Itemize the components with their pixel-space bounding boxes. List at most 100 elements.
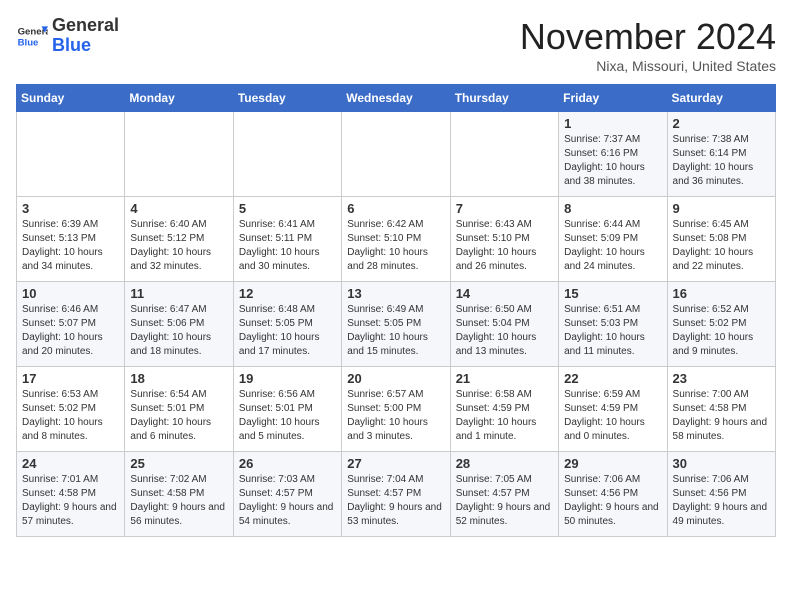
day-number: 14	[456, 286, 553, 301]
day-info: Sunrise: 6:58 AM Sunset: 4:59 PM Dayligh…	[456, 388, 553, 444]
day-number: 22	[564, 371, 661, 386]
day-info: Sunrise: 7:00 AM Sunset: 4:58 PM Dayligh…	[673, 388, 770, 444]
calendar-cell	[125, 112, 233, 197]
calendar-week-row: 10 Sunrise: 6:46 AM Sunset: 5:07 PM Dayli…	[17, 282, 776, 367]
calendar-week-row: 24 Sunrise: 7:01 AM Sunset: 4:58 PM Dayli…	[17, 452, 776, 537]
day-info: Sunrise: 6:40 AM Sunset: 5:12 PM Dayligh…	[130, 218, 227, 274]
day-number: 16	[673, 286, 770, 301]
calendar-cell: 23 Sunrise: 7:00 AM Sunset: 4:58 PM Dayli…	[667, 367, 775, 452]
day-number: 4	[130, 201, 227, 216]
weekday-header: Wednesday	[342, 85, 450, 112]
calendar-cell: 21 Sunrise: 6:58 AM Sunset: 4:59 PM Dayli…	[450, 367, 558, 452]
calendar-cell: 11Sunrise: 6:47 AM Sunset: 5:06 PM Dayli…	[125, 282, 233, 367]
weekday-header: Tuesday	[233, 85, 341, 112]
day-info: Sunrise: 6:46 AM Sunset: 5:07 PM Dayligh…	[22, 303, 119, 359]
calendar-week-row: 3Sunrise: 6:39 AM Sunset: 5:13 PM Daylig…	[17, 197, 776, 282]
day-info: Sunrise: 6:48 AM Sunset: 5:05 PM Dayligh…	[239, 303, 336, 359]
day-info: Sunrise: 7:03 AM Sunset: 4:57 PM Dayligh…	[239, 473, 336, 529]
calendar-cell: 3Sunrise: 6:39 AM Sunset: 5:13 PM Daylig…	[17, 197, 125, 282]
day-number: 15	[564, 286, 661, 301]
day-number: 5	[239, 201, 336, 216]
day-info: Sunrise: 7:05 AM Sunset: 4:57 PM Dayligh…	[456, 473, 553, 529]
logo-text: General Blue	[52, 16, 119, 56]
calendar-cell: 29 Sunrise: 7:06 AM Sunset: 4:56 PM Dayli…	[559, 452, 667, 537]
day-number: 6	[347, 201, 444, 216]
day-info: Sunrise: 7:06 AM Sunset: 4:56 PM Dayligh…	[673, 473, 770, 529]
day-info: Sunrise: 6:45 AM Sunset: 5:08 PM Dayligh…	[673, 218, 770, 274]
day-info: Sunrise: 7:37 AM Sunset: 6:16 PM Dayligh…	[564, 133, 661, 189]
day-number: 29	[564, 456, 661, 471]
day-number: 19	[239, 371, 336, 386]
title-area: November 2024 Nixa, Missouri, United Sta…	[520, 16, 776, 74]
day-number: 9	[673, 201, 770, 216]
day-number: 13	[347, 286, 444, 301]
calendar-table: SundayMondayTuesdayWednesdayThursdayFrid…	[16, 84, 776, 537]
day-number: 17	[22, 371, 119, 386]
calendar-cell: 4 Sunrise: 6:40 AM Sunset: 5:12 PM Daylig…	[125, 197, 233, 282]
header: General Blue General Blue November 2024 …	[16, 16, 776, 74]
day-info: Sunrise: 6:50 AM Sunset: 5:04 PM Dayligh…	[456, 303, 553, 359]
day-info: Sunrise: 6:59 AM Sunset: 4:59 PM Dayligh…	[564, 388, 661, 444]
day-number: 21	[456, 371, 553, 386]
day-info: Sunrise: 6:49 AM Sunset: 5:05 PM Dayligh…	[347, 303, 444, 359]
calendar-cell: 24 Sunrise: 7:01 AM Sunset: 4:58 PM Dayli…	[17, 452, 125, 537]
day-info: Sunrise: 6:51 AM Sunset: 5:03 PM Dayligh…	[564, 303, 661, 359]
calendar-cell: 20Sunrise: 6:57 AM Sunset: 5:00 PM Dayli…	[342, 367, 450, 452]
calendar-cell: 26Sunrise: 7:03 AM Sunset: 4:57 PM Dayli…	[233, 452, 341, 537]
day-info: Sunrise: 6:56 AM Sunset: 5:01 PM Dayligh…	[239, 388, 336, 444]
month-title: November 2024	[520, 16, 776, 58]
calendar-cell: 15 Sunrise: 6:51 AM Sunset: 5:03 PM Dayli…	[559, 282, 667, 367]
calendar-cell: 18Sunrise: 6:54 AM Sunset: 5:01 PM Dayli…	[125, 367, 233, 452]
location: Nixa, Missouri, United States	[520, 58, 776, 74]
day-number: 7	[456, 201, 553, 216]
calendar-cell: 2Sunrise: 7:38 AM Sunset: 6:14 PM Daylig…	[667, 112, 775, 197]
day-number: 30	[673, 456, 770, 471]
day-number: 12	[239, 286, 336, 301]
weekday-header: Monday	[125, 85, 233, 112]
day-info: Sunrise: 6:43 AM Sunset: 5:10 PM Dayligh…	[456, 218, 553, 274]
day-number: 1	[564, 116, 661, 131]
day-info: Sunrise: 6:57 AM Sunset: 5:00 PM Dayligh…	[347, 388, 444, 444]
day-info: Sunrise: 7:38 AM Sunset: 6:14 PM Dayligh…	[673, 133, 770, 189]
weekday-header: Thursday	[450, 85, 558, 112]
day-info: Sunrise: 6:53 AM Sunset: 5:02 PM Dayligh…	[22, 388, 119, 444]
day-number: 24	[22, 456, 119, 471]
day-number: 25	[130, 456, 227, 471]
weekday-header: Saturday	[667, 85, 775, 112]
calendar-cell: 14 Sunrise: 6:50 AM Sunset: 5:04 PM Dayli…	[450, 282, 558, 367]
day-number: 28	[456, 456, 553, 471]
day-info: Sunrise: 6:52 AM Sunset: 5:02 PM Dayligh…	[673, 303, 770, 359]
calendar-cell: 19 Sunrise: 6:56 AM Sunset: 5:01 PM Dayli…	[233, 367, 341, 452]
calendar-cell	[17, 112, 125, 197]
calendar-cell: 13 Sunrise: 6:49 AM Sunset: 5:05 PM Dayli…	[342, 282, 450, 367]
day-info: Sunrise: 6:47 AM Sunset: 5:06 PM Dayligh…	[130, 303, 227, 359]
calendar-header-row: SundayMondayTuesdayWednesdayThursdayFrid…	[17, 85, 776, 112]
calendar-cell: 27 Sunrise: 7:04 AM Sunset: 4:57 PM Dayli…	[342, 452, 450, 537]
day-number: 18	[130, 371, 227, 386]
calendar-cell: 10 Sunrise: 6:46 AM Sunset: 5:07 PM Dayli…	[17, 282, 125, 367]
day-info: Sunrise: 6:42 AM Sunset: 5:10 PM Dayligh…	[347, 218, 444, 274]
calendar-cell	[233, 112, 341, 197]
day-info: Sunrise: 7:04 AM Sunset: 4:57 PM Dayligh…	[347, 473, 444, 529]
calendar-week-row: 1 Sunrise: 7:37 AM Sunset: 6:16 PM Daylig…	[17, 112, 776, 197]
day-number: 3	[22, 201, 119, 216]
day-number: 8	[564, 201, 661, 216]
day-info: Sunrise: 6:41 AM Sunset: 5:11 PM Dayligh…	[239, 218, 336, 274]
calendar-cell: 25 Sunrise: 7:02 AM Sunset: 4:58 PM Dayli…	[125, 452, 233, 537]
weekday-header: Friday	[559, 85, 667, 112]
day-number: 10	[22, 286, 119, 301]
day-number: 27	[347, 456, 444, 471]
calendar-cell	[342, 112, 450, 197]
day-info: Sunrise: 7:01 AM Sunset: 4:58 PM Dayligh…	[22, 473, 119, 529]
day-number: 23	[673, 371, 770, 386]
calendar-cell: 5 Sunrise: 6:41 AM Sunset: 5:11 PM Daylig…	[233, 197, 341, 282]
calendar-cell: 9 Sunrise: 6:45 AM Sunset: 5:08 PM Daylig…	[667, 197, 775, 282]
calendar-week-row: 17 Sunrise: 6:53 AM Sunset: 5:02 PM Dayli…	[17, 367, 776, 452]
calendar-cell: 28 Sunrise: 7:05 AM Sunset: 4:57 PM Dayli…	[450, 452, 558, 537]
logo: General Blue General Blue	[16, 16, 119, 56]
day-info: Sunrise: 7:02 AM Sunset: 4:58 PM Dayligh…	[130, 473, 227, 529]
calendar-cell: 6 Sunrise: 6:42 AM Sunset: 5:10 PM Daylig…	[342, 197, 450, 282]
day-info: Sunrise: 7:06 AM Sunset: 4:56 PM Dayligh…	[564, 473, 661, 529]
calendar-cell: 17 Sunrise: 6:53 AM Sunset: 5:02 PM Dayli…	[17, 367, 125, 452]
weekday-header: Sunday	[17, 85, 125, 112]
